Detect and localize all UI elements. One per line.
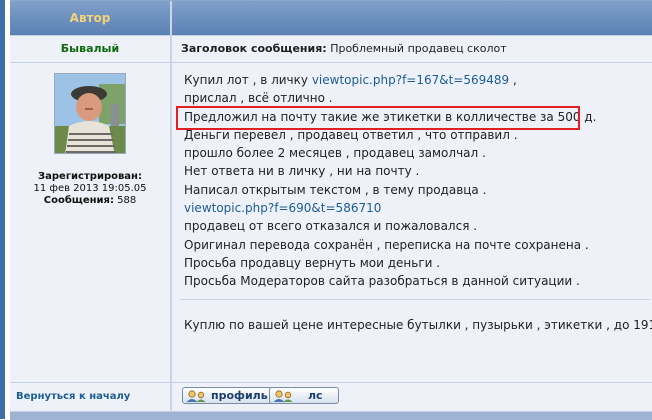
column-divider — [170, 1, 172, 420]
subject-text: Проблемный продавец сколот — [330, 42, 507, 55]
avatar — [54, 73, 126, 154]
author-name[interactable]: Бывалый — [10, 35, 170, 63]
forum-post-frame: Автор Бывалый Заголовок сообщения: Пробл… — [0, 0, 652, 420]
post-line-10: Оригинал перевода сохранён , переписка н… — [184, 237, 589, 252]
post-actions: профиль лс — [172, 382, 652, 412]
message-column-header — [172, 1, 652, 35]
post-line-2: прислал , всё отлично . — [184, 91, 333, 106]
post-body: Купил лот , в личку viewtopic.php?f=167&… — [172, 63, 652, 382]
post-line-5: прошло более 2 месяцев , продавец замолч… — [184, 146, 486, 161]
messages-count: 588 — [117, 195, 137, 206]
profile-button[interactable]: профиль — [182, 387, 275, 404]
pm-button[interactable]: лс — [269, 387, 339, 404]
post-line-1: Купил лот , в личку viewtopic.php?f=167&… — [184, 71, 652, 89]
post-line-1-text: Купил лот , в личку — [184, 73, 312, 87]
pm-button-label: лс — [308, 389, 323, 402]
user-icon — [186, 389, 206, 402]
users-icon — [273, 389, 293, 402]
profile-button-label: профиль — [211, 389, 268, 402]
post-line-8: viewtopic.php?f=690&t=586710 — [184, 199, 652, 217]
subject-label: Заголовок сообщения: — [181, 42, 327, 55]
topic-link-2[interactable]: viewtopic.php?f=690&t=586710 — [184, 201, 381, 215]
post-line-11: Просьба продавцу вернуть мои деньги . — [184, 255, 441, 270]
post-line-1-tail: , — [509, 73, 517, 87]
signature: Куплю по вашей цене интересные бутылки ,… — [184, 318, 652, 332]
author-stats: Зарегистрирован: 11 фев 2013 19:05.05 Со… — [10, 171, 170, 207]
messages-label: Сообщения: — [43, 195, 114, 206]
post-table: Автор Бывалый Заголовок сообщения: Пробл… — [10, 0, 652, 420]
topic-link-1[interactable]: viewtopic.php?f=167&t=569489 — [312, 73, 509, 87]
post-text: Купил лот , в личку viewtopic.php?f=167&… — [184, 71, 652, 291]
registered-date: 11 фев 2013 19:05.05 — [33, 183, 147, 194]
post-line-12: Просьба Модераторов сайта разобраться в … — [184, 274, 580, 289]
subject-line: Заголовок сообщения: Проблемный продавец… — [172, 35, 652, 63]
highlight-box — [176, 106, 580, 130]
post-line-9: продавец от всего отказался и пожаловалс… — [184, 219, 478, 234]
back-to-top-link[interactable]: Вернуться к началу — [10, 382, 170, 412]
registered-label: Зарегистрирован: — [38, 171, 142, 182]
post-line-7: Написал открытым текстом , в тему продав… — [184, 182, 487, 197]
author-panel: Зарегистрирован: 11 фев 2013 19:05.05 Со… — [10, 63, 170, 382]
author-column-header: Автор — [10, 1, 170, 35]
signature-divider — [180, 299, 650, 300]
post-line-6: Нет ответа ни в личку , ни на почту . — [184, 164, 420, 179]
